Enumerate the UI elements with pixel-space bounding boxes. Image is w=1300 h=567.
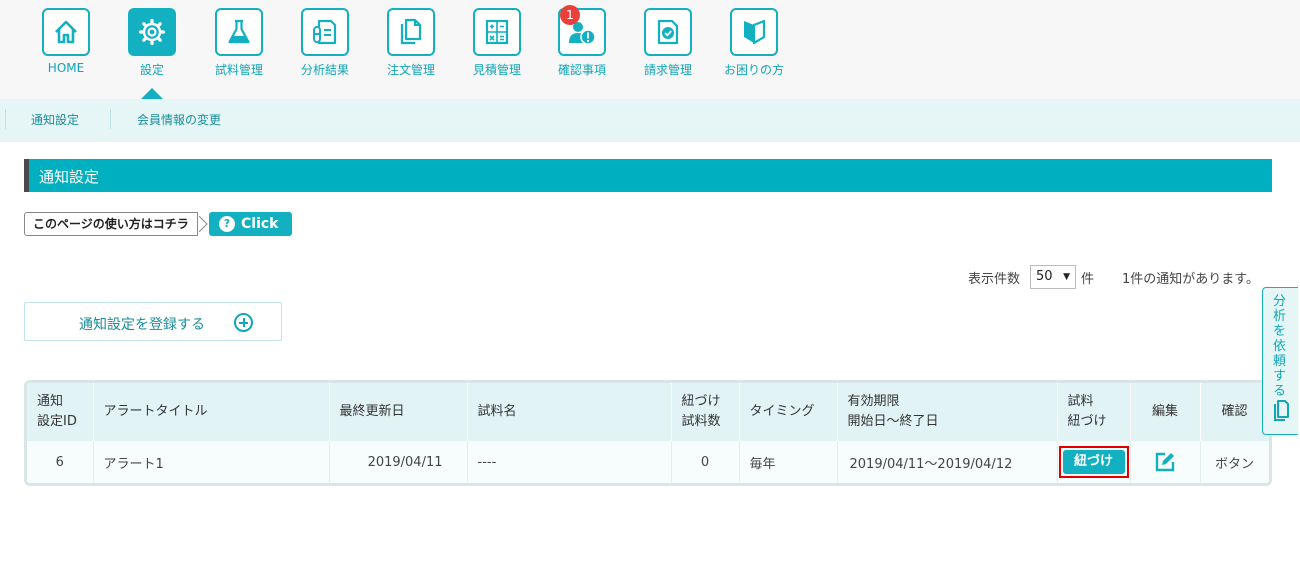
column-header-period-line2: 開始日～終了日 — [847, 414, 939, 429]
display-count-value: 50 — [1036, 269, 1053, 284]
subnav-divider — [5, 109, 6, 129]
display-count-unit: 件 — [1081, 272, 1095, 287]
column-header-link-line1: 試料 — [1067, 394, 1094, 409]
cell-confirm[interactable]: ボタン — [1200, 441, 1269, 483]
link-sample-label: 紐づけ — [1062, 450, 1125, 474]
display-count-label: 表示件数 — [968, 272, 1021, 287]
column-header-linked-count-line1: 紐づけ — [681, 394, 721, 409]
column-header-period: 有効期限 開始日～終了日 — [837, 383, 1058, 441]
cell-timing: 毎年 — [739, 441, 838, 483]
column-header-updated: 最終更新日 — [329, 383, 468, 441]
nav-item-settings[interactable]: 設定 — [117, 8, 187, 78]
help-click-button[interactable]: ? Click — [209, 212, 292, 236]
page-title: 通知設定 — [39, 168, 100, 186]
nav-label-order-management: 注文管理 — [386, 63, 435, 77]
column-header-link-line2: 紐づけ — [1067, 414, 1107, 429]
active-nav-pointer — [141, 88, 163, 99]
column-header-edit: 編集 — [1130, 383, 1201, 441]
column-header-period-line1: 有効期限 — [847, 394, 900, 409]
link-sample-button[interactable]: 紐づけ — [1058, 446, 1129, 478]
notification-table: 通知 設定ID アラートタイトル 最終更新日 試料名 紐づけ 試料数 タイミング… — [24, 380, 1272, 486]
copy-documents-icon — [1274, 400, 1289, 421]
copy-documents-icon — [387, 8, 435, 56]
section-header: 通知設定 — [24, 159, 1272, 192]
nav-label-analysis-results: 分析結果 — [300, 63, 349, 77]
request-analysis-label: 分析を依頼する — [1273, 294, 1287, 399]
notification-count-message: 1件の通知があります。 — [1122, 272, 1259, 287]
notification-badge: 1 — [560, 5, 580, 25]
nav-item-order-management[interactable]: 注文管理 — [376, 8, 446, 78]
top-navigation: HOME 設定 試料管理 分析結果 注文管理 見積管理 1 確認事項 請求管理 … — [0, 0, 1300, 99]
cell-id: 6 — [27, 441, 94, 483]
register-notification-label: 通知設定を登録する — [79, 317, 205, 333]
cell-sample-name: ---- — [467, 441, 672, 483]
nav-item-confirmation-items[interactable]: 1 確認事項 — [547, 5, 617, 78]
help-tag: このページの使い方はコチラ — [24, 212, 198, 236]
cell-edit — [1130, 441, 1201, 483]
nav-item-sample-management[interactable]: 試料管理 — [204, 8, 274, 78]
column-header-sample-name: 試料名 — [467, 383, 672, 441]
table-header-row: 通知 設定ID アラートタイトル 最終更新日 試料名 紐づけ 試料数 タイミング… — [27, 383, 1269, 441]
table-row: 6 アラート1 2019/04/11 ---- 0 毎年 2019/04/11～… — [27, 441, 1269, 483]
cell-period: 2019/04/11～2019/04/12 — [837, 441, 1058, 483]
column-header-linked-count: 紐づけ 試料数 — [671, 383, 740, 441]
home-icon — [42, 8, 90, 56]
request-analysis-side-tab[interactable]: 分析を依頼する — [1262, 287, 1298, 435]
cell-title: アラート1 — [93, 441, 330, 483]
subnav-divider — [110, 109, 111, 129]
display-count-select[interactable]: 50 ▼ — [1030, 265, 1076, 289]
nav-label-confirmation-items: 確認事項 — [557, 63, 606, 77]
plus-circle-icon — [234, 313, 253, 332]
nav-label-help: お困りの方 — [723, 63, 784, 77]
subnav-item-notification-settings[interactable]: 通知設定 — [31, 111, 79, 128]
nav-label-billing-management: 請求管理 — [643, 63, 692, 77]
nav-item-estimate-management[interactable]: 見積管理 — [462, 8, 532, 78]
nav-item-home[interactable]: HOME — [31, 8, 101, 75]
check-document-icon — [644, 8, 692, 56]
column-header-confirm: 確認 — [1200, 383, 1269, 441]
question-icon: ? — [219, 216, 235, 232]
nav-label-settings: 設定 — [139, 63, 164, 77]
column-header-title: アラートタイトル — [93, 383, 330, 441]
column-header-link: 試料 紐づけ — [1057, 383, 1131, 441]
dropdown-arrow-icon: ▼ — [1063, 272, 1070, 282]
sub-navigation: 通知設定 会員情報の変更 — [0, 99, 1300, 142]
column-header-id-line1: 通知 — [37, 394, 64, 409]
column-header-id: 通知 設定ID — [27, 383, 94, 441]
cell-linked-count: 0 — [671, 441, 740, 483]
help-tag-tip — [199, 216, 208, 232]
nav-label-sample-management: 試料管理 — [214, 63, 263, 77]
nav-label-home: HOME — [47, 61, 85, 75]
beginner-leaf-icon — [730, 8, 778, 56]
column-header-id-line2: 設定ID — [37, 414, 77, 429]
edit-icon[interactable] — [1154, 451, 1176, 473]
flask-icon — [215, 8, 263, 56]
column-header-linked-count-line2: 試料数 — [681, 414, 721, 429]
test-tube-document-icon — [301, 8, 349, 56]
cell-updated: 2019/04/11 — [329, 441, 468, 483]
subnav-item-member-info[interactable]: 会員情報の変更 — [137, 111, 221, 128]
calculator-icon — [473, 8, 521, 56]
gear-icon — [128, 8, 176, 56]
nav-item-billing-management[interactable]: 請求管理 — [633, 8, 703, 78]
help-click-label: Click — [241, 216, 279, 232]
nav-label-estimate-management: 見積管理 — [472, 63, 521, 77]
nav-item-analysis-results[interactable]: 分析結果 — [290, 8, 360, 78]
register-notification-button[interactable]: 通知設定を登録する — [24, 302, 282, 341]
cell-link: 紐づけ — [1057, 441, 1131, 483]
column-header-timing: タイミング — [739, 383, 838, 441]
nav-item-help[interactable]: お困りの方 — [719, 8, 789, 78]
